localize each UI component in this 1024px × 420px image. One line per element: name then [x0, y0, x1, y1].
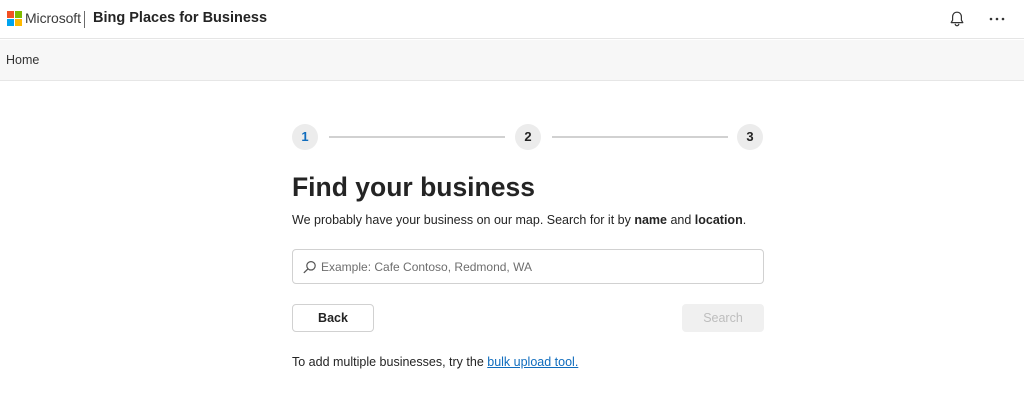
step-connector-2 — [552, 136, 728, 138]
step-2-indicator: 2 — [515, 124, 541, 150]
breadcrumb-bar: Home — [0, 40, 1024, 81]
back-button[interactable]: Back — [292, 304, 374, 332]
search-button[interactable]: Search — [682, 304, 764, 332]
product-name[interactable]: Bing Places for Business — [93, 10, 267, 26]
step-3-indicator: 3 — [737, 124, 763, 150]
top-header: Microsoft Bing Places for Business — [0, 0, 1024, 39]
bulk-upload-note: To add multiple businesses, try the bulk… — [292, 355, 578, 369]
business-search-input[interactable] — [321, 251, 751, 282]
more-options-icon[interactable] — [986, 11, 1008, 27]
step-1-indicator: 1 — [292, 124, 318, 150]
notification-bell-icon[interactable] — [947, 10, 967, 28]
subtitle-text-and: and — [666, 213, 695, 227]
bulk-upload-link[interactable]: bulk upload tool. — [487, 355, 578, 369]
subtitle-text-suffix: . — [742, 213, 747, 227]
page-subtitle: We probably have your business on our ma… — [292, 213, 746, 227]
microsoft-logo-icon — [7, 11, 22, 26]
search-icon — [303, 261, 316, 274]
subtitle-bold-name: name — [634, 213, 667, 227]
step-connector-1 — [329, 136, 505, 138]
brand-divider — [84, 11, 85, 28]
page-title: Find your business — [292, 172, 535, 202]
subtitle-bold-location: location — [694, 213, 743, 227]
subtitle-text-prefix: We probably have your business on our ma… — [292, 213, 635, 227]
nav-home-link[interactable]: Home — [6, 53, 39, 67]
bulk-upload-note-text: To add multiple businesses, try the — [292, 355, 488, 369]
business-search-box[interactable] — [292, 249, 764, 284]
brand-name: Microsoft — [25, 10, 81, 26]
